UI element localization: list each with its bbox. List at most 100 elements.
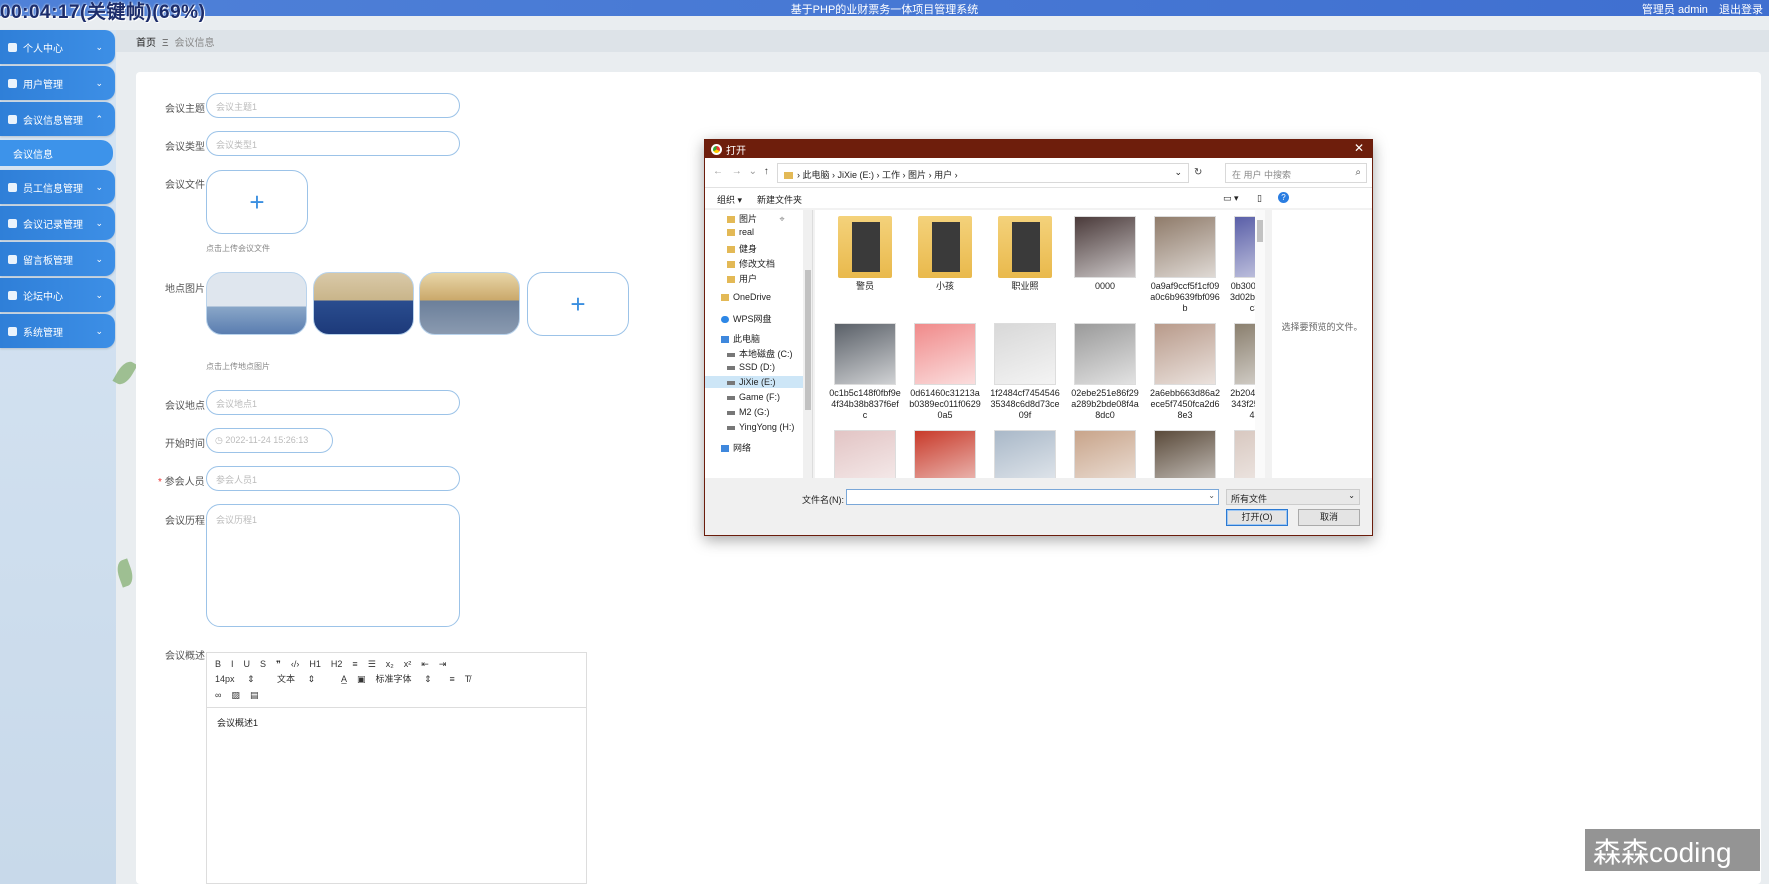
open-button[interactable]: 打开(O) [1226, 509, 1288, 526]
path-segment[interactable]: 此电脑 [803, 170, 830, 180]
tree-item[interactable]: 图片 ⌖ [727, 212, 785, 225]
tree-item[interactable]: OneDrive [721, 292, 771, 302]
files-scrollbar[interactable] [1255, 210, 1265, 478]
up-arrow-icon[interactable]: ↑ [764, 166, 769, 177]
refresh-icon[interactable]: ↻ [1194, 167, 1202, 178]
filename-input[interactable]: ⌄ [846, 489, 1219, 505]
path-dropdown-icon[interactable]: ⌄ [1174, 167, 1182, 178]
start-time-picker[interactable]: ◷ 2022-11-24 15:26:13 [206, 428, 333, 453]
view-options-icon[interactable]: ▭ ▾ [1223, 193, 1239, 204]
tree-item[interactable]: 本地磁盘 (C:) [727, 347, 793, 360]
sidebar-item-personal-center[interactable]: 个人中心 ⌄ [0, 30, 115, 64]
close-icon[interactable]: ✕ [1354, 141, 1364, 155]
image-file-item[interactable]: 0b300cbcb651cb3d02b3424a0800c343(1) [1229, 216, 1255, 314]
indent-button[interactable]: ⇥ [439, 657, 447, 672]
sidebar-item-meeting-record-management[interactable]: 会议记录管理 ⌄ [0, 206, 115, 240]
quote-button[interactable]: ❞ [276, 657, 281, 672]
tree-item[interactable]: 网络 [721, 441, 751, 454]
file-upload-button[interactable]: + [206, 170, 308, 234]
image-icon[interactable]: ▨ [231, 688, 240, 703]
scrollbar-thumb[interactable] [805, 270, 811, 410]
folder-item[interactable]: 小孩 [909, 216, 981, 292]
font-size-select[interactable]: 14px ⇕ [215, 672, 267, 687]
place-image-thumbnail[interactable] [419, 272, 520, 335]
attendee-input[interactable]: 参会人员1 [206, 466, 460, 491]
h2-button[interactable]: H2 [331, 657, 343, 672]
italic-button[interactable]: I [231, 657, 234, 672]
back-arrow-icon[interactable]: ← [713, 166, 723, 177]
path-bar[interactable]: › 此电脑 › JiXie (E:) › 工作 › 图片 › 用户 › ⌄ [777, 163, 1189, 183]
preview-pane-icon[interactable]: ▯ [1257, 193, 1262, 204]
tree-item[interactable]: 健身 [727, 242, 757, 255]
image-file-item[interactable] [909, 430, 981, 478]
bullet-list-button[interactable]: ☰ [368, 657, 376, 672]
clear-format-icon[interactable]: T̸ [465, 672, 471, 687]
place-image-thumbnail[interactable] [313, 272, 414, 335]
image-file-item[interactable] [1229, 430, 1255, 478]
place-image-thumbnail[interactable] [206, 272, 307, 335]
text-style-select[interactable]: 文本 ⇕ [277, 672, 331, 687]
cancel-button[interactable]: 取消 [1298, 509, 1360, 526]
image-file-item[interactable]: 0c1b5c148f0fbf9e4f34b38b837f6efc [829, 323, 901, 421]
recent-dropdown-icon[interactable]: ⌄ [749, 166, 757, 177]
underline-button[interactable]: U [244, 657, 251, 672]
tree-item[interactable]: 此电脑 [721, 332, 760, 345]
sidebar-subitem-meeting-info[interactable]: 会议信息 [0, 140, 113, 166]
tree-item[interactable]: SSD (D:) [727, 362, 775, 372]
text-color-icon[interactable]: A̲ [341, 672, 347, 687]
image-file-item[interactable]: 2b204b963887ce343f25d84305ee47a4(1) [1229, 323, 1255, 421]
link-icon[interactable]: ∞ [215, 688, 221, 703]
image-file-item[interactable]: 0000 [1069, 216, 1141, 292]
path-segment[interactable]: 用户 [934, 170, 952, 180]
folder-item[interactable]: 警员 [829, 216, 901, 292]
image-file-item[interactable] [829, 430, 901, 478]
image-file-item[interactable]: 1f2484cf745454635348c6d8d73ce09f [989, 323, 1061, 421]
path-segment[interactable]: 图片 [908, 170, 926, 180]
tree-item[interactable]: M2 (G:) [727, 407, 770, 417]
location-input[interactable]: 会议地点1 [206, 390, 460, 415]
background-color-icon[interactable]: ▣ [357, 672, 366, 687]
strike-button[interactable]: S [260, 657, 266, 672]
search-input[interactable]: 在 用户 中搜索 ⌕ [1225, 163, 1367, 183]
ordered-list-button[interactable]: ≡ [352, 657, 357, 672]
image-file-item[interactable]: 0a9af9ccf5f1cf09a0c6b9639fbf096b [1149, 216, 1221, 314]
subscript-button[interactable]: x₂ [386, 657, 394, 672]
tree-item-selected[interactable]: JiXie (E:) [705, 376, 803, 388]
type-input[interactable]: 会议类型1 [206, 131, 460, 156]
help-icon[interactable]: ? [1278, 192, 1289, 203]
h1-button[interactable]: H1 [309, 657, 321, 672]
sidebar-item-system-management[interactable]: 系统管理 ⌄ [0, 314, 115, 348]
logout-link[interactable]: 退出登录 [1719, 4, 1763, 16]
organize-menu[interactable]: 组织 ▾ [717, 193, 742, 206]
history-textarea[interactable]: 会议历程1 [206, 504, 460, 627]
tree-item[interactable]: YingYong (H:) [727, 422, 794, 432]
tree-item[interactable]: 用户 [727, 272, 757, 285]
outdent-button[interactable]: ⇤ [421, 657, 429, 672]
align-icon[interactable]: ≡ [450, 672, 455, 687]
font-family-select[interactable]: 标准字体 ⇕ [376, 672, 440, 687]
tree-item[interactable]: 修改文档 [727, 257, 775, 270]
filetype-select[interactable]: 所有文件 ⌄ [1226, 489, 1360, 505]
path-segment[interactable]: 工作 [882, 170, 900, 180]
tree-item[interactable]: real [727, 227, 754, 237]
scrollbar-thumb[interactable] [1257, 220, 1263, 242]
superscript-button[interactable]: x² [404, 657, 412, 672]
code-button[interactable]: ‹/› [291, 657, 300, 672]
folder-item[interactable]: 职业照 [989, 216, 1061, 292]
image-file-item[interactable] [1149, 430, 1221, 478]
tree-item[interactable]: WPS网盘 [721, 312, 772, 325]
image-file-item[interactable] [989, 430, 1061, 478]
sidebar-item-user-management[interactable]: 用户管理 ⌄ [0, 66, 115, 100]
editor-content[interactable]: 会议概述1 [207, 708, 586, 737]
sidebar-item-message-board[interactable]: 留言板管理 ⌄ [0, 242, 115, 276]
tree-scrollbar[interactable] [803, 210, 812, 478]
place-image-upload-button[interactable]: + [527, 272, 629, 336]
path-segment[interactable]: JiXie (E:) [838, 170, 875, 180]
image-file-item[interactable]: 02ebe251e86f29a289b2bde08f4a8dc0 [1069, 323, 1141, 421]
sidebar-item-forum-center[interactable]: 论坛中心 ⌄ [0, 278, 115, 312]
tree-item[interactable]: Game (F:) [727, 392, 780, 402]
video-icon[interactable]: ▤ [250, 688, 259, 703]
sidebar-item-staff-management[interactable]: 员工信息管理 ⌄ [0, 170, 115, 204]
bold-button[interactable]: B [215, 657, 221, 672]
sidebar-item-meeting-info-management[interactable]: 会议信息管理 ⌃ [0, 102, 115, 136]
